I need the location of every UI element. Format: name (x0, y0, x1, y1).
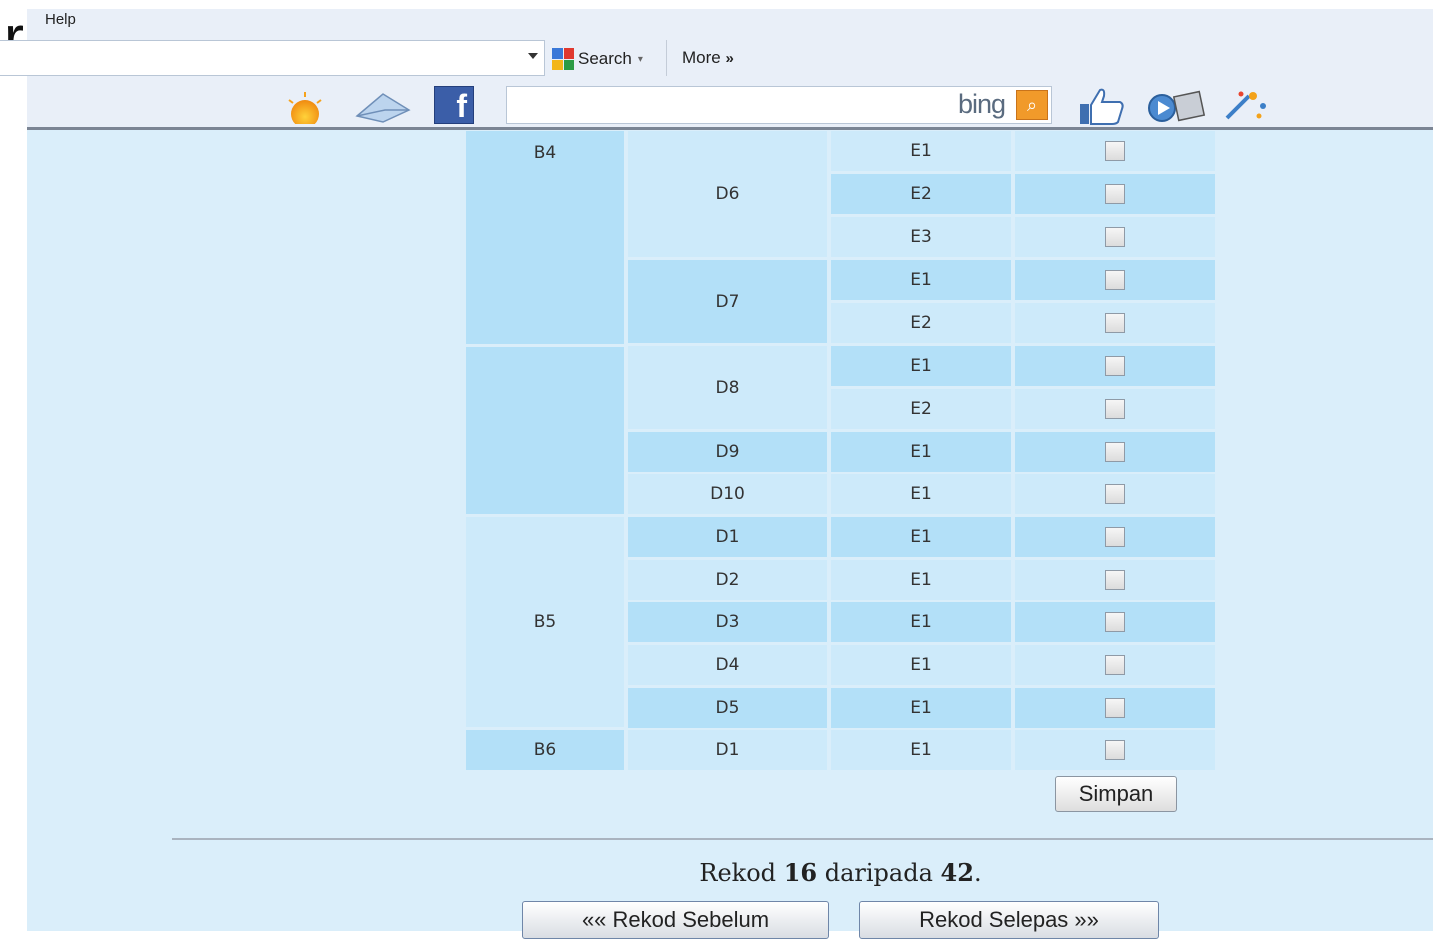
table-cell-d: D1 (628, 730, 827, 770)
toolbar-more-label: More (682, 48, 721, 67)
toolbar-icon-row: f bing ⌕ (0, 82, 1433, 128)
double-chevron-icon: » (725, 50, 734, 67)
table-cell-select (1015, 217, 1215, 257)
table-cell-select (1015, 602, 1215, 642)
table-cell-select (1015, 560, 1215, 600)
table-cell-b: B4 (466, 131, 624, 344)
table-cell-e: E1 (831, 474, 1011, 514)
table-cell-d: D5 (628, 688, 827, 728)
toolbar-search-label: Search (578, 49, 632, 68)
row-checkbox[interactable] (1105, 227, 1125, 247)
toolbar-more-button[interactable]: More » (682, 48, 734, 68)
table-cell-e: E1 (831, 432, 1011, 472)
caret-down-icon: ▾ (637, 53, 643, 65)
row-checkbox[interactable] (1105, 612, 1125, 632)
film-icon[interactable] (1146, 88, 1206, 124)
table-cell-select (1015, 432, 1215, 472)
row-checkbox[interactable] (1105, 570, 1125, 590)
table-cell-d: D4 (628, 645, 827, 685)
table-cell-e: E1 (831, 602, 1011, 642)
table-cell-e: E3 (831, 217, 1011, 257)
bing-logo: bing (957, 89, 1006, 119)
like-icon[interactable] (1078, 86, 1126, 126)
table-cell-d: D2 (628, 560, 827, 600)
table-cell-select (1015, 645, 1215, 685)
table-cell-b (466, 347, 624, 514)
table-cell-e: E1 (831, 260, 1011, 300)
row-checkbox[interactable] (1105, 740, 1125, 760)
table-cell-d: D9 (628, 432, 827, 472)
table-cell-b: B5 (466, 517, 624, 727)
previous-record-button[interactable]: «« Rekod Sebelum (522, 901, 829, 939)
row-checkbox[interactable] (1105, 698, 1125, 718)
table-cell-select (1015, 688, 1215, 728)
search-combobox[interactable] (0, 40, 545, 76)
table-cell-e: E2 (831, 389, 1011, 429)
facebook-icon[interactable]: f (434, 86, 474, 124)
table-cell-d: D6 (628, 131, 827, 257)
table-cell-e: E2 (831, 303, 1011, 343)
record-prefix: Rekod (699, 859, 777, 887)
table-cell-b: B6 (466, 730, 624, 770)
table-cell-select (1015, 260, 1215, 300)
table-cell-d: D10 (628, 474, 827, 514)
spark-icon[interactable] (1223, 88, 1273, 124)
record-counter: Rekod 16 daripada 42. (0, 858, 1433, 887)
row-checkbox[interactable] (1105, 270, 1125, 290)
table-cell-e: E1 (831, 131, 1011, 171)
table-cell-e: E1 (831, 645, 1011, 685)
section-divider (172, 838, 1433, 840)
toolbar-search-button[interactable]: Search ▾ (552, 47, 643, 71)
bing-search-input[interactable]: bing ⌕ (506, 86, 1052, 124)
table-cell-e: E2 (831, 174, 1011, 214)
next-record-button[interactable]: Rekod Selepas »» (859, 901, 1159, 939)
row-checkbox[interactable] (1105, 442, 1125, 462)
google-icon (552, 48, 574, 70)
table-cell-e: E1 (831, 560, 1011, 600)
table-cell-select (1015, 730, 1215, 770)
table-cell-d: D8 (628, 346, 827, 429)
toolbar-separator (666, 40, 667, 76)
table-cell-d: D7 (628, 260, 827, 343)
row-checkbox[interactable] (1105, 141, 1125, 161)
table-cell-select (1015, 389, 1215, 429)
save-button[interactable]: Simpan (1055, 776, 1177, 812)
table-cell-select (1015, 474, 1215, 514)
row-checkbox[interactable] (1105, 356, 1125, 376)
table-cell-select (1015, 131, 1215, 171)
row-checkbox[interactable] (1105, 399, 1125, 419)
row-checkbox[interactable] (1105, 484, 1125, 504)
row-checkbox[interactable] (1105, 527, 1125, 547)
menu-help[interactable]: Help (45, 11, 76, 28)
table-cell-select (1015, 303, 1215, 343)
table-cell-select (1015, 517, 1215, 557)
record-middle: daripada (824, 859, 933, 887)
row-checkbox[interactable] (1105, 655, 1125, 675)
table-cell-d: D1 (628, 517, 827, 557)
sun-icon[interactable] (284, 92, 326, 124)
record-suffix: . (973, 859, 982, 887)
table-cell-e: E1 (831, 688, 1011, 728)
bing-search-icon[interactable]: ⌕ (1016, 90, 1048, 120)
table-cell-select (1015, 346, 1215, 386)
row-checkbox[interactable] (1105, 313, 1125, 333)
toolbar-divider (27, 127, 1433, 130)
row-checkbox[interactable] (1105, 184, 1125, 204)
chevron-down-icon[interactable] (528, 53, 538, 59)
table-cell-e: E1 (831, 730, 1011, 770)
record-total: 42 (940, 858, 974, 887)
table-cell-d: D3 (628, 602, 827, 642)
table-cell-e: E1 (831, 517, 1011, 557)
table-cell-e: E1 (831, 346, 1011, 386)
record-current: 16 (783, 858, 818, 887)
mail-icon[interactable] (355, 90, 411, 124)
table-cell-select (1015, 174, 1215, 214)
